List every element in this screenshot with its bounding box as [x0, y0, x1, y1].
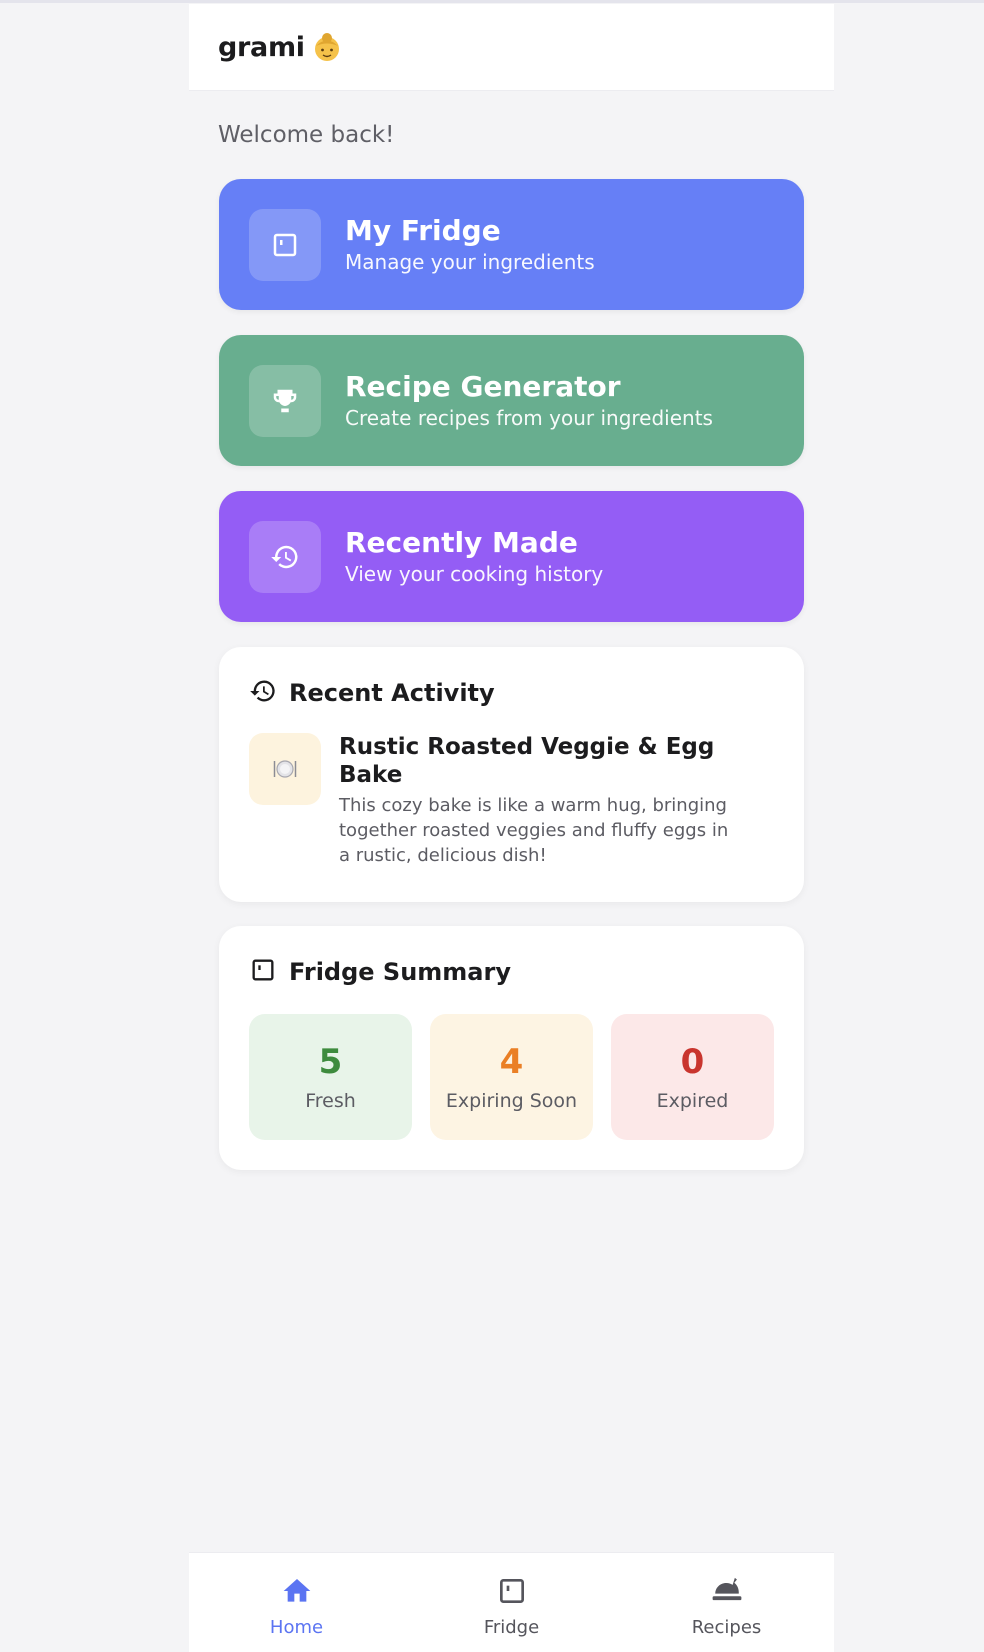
fridge-icon	[249, 208, 321, 281]
recently-made-subtitle: View your cooking history	[345, 561, 604, 586]
activity-item-description: This cozy bake is like a warm hug, bring…	[339, 795, 729, 866]
feature-cards: My Fridge Manage your ingredients Recipe…	[219, 179, 804, 622]
app-container: grami Welcome back! My Fridge Manage you…	[189, 4, 834, 1652]
activity-item[interactable]: Rustic Roasted Veggie & Egg Bake This co…	[249, 733, 774, 868]
fresh-stat[interactable]: 5 Fresh	[249, 1014, 412, 1140]
nav-fridge[interactable]: Fridge	[412, 1575, 612, 1638]
brand[interactable]: grami	[218, 31, 343, 63]
expired-label: Expired	[656, 1090, 729, 1112]
cloche-icon	[710, 1575, 744, 1611]
fresh-count: 5	[318, 1042, 343, 1082]
app-header: grami	[189, 4, 834, 91]
fridge-summary-title: Fridge Summary	[289, 958, 511, 986]
activity-item-title: Rustic Roasted Veggie & Egg Bake	[339, 734, 715, 788]
recent-activity-panel: Recent Activity Rustic Roasted Veggie & …	[219, 647, 804, 902]
recipe-generator-subtitle: Create recipes from your ingredients	[345, 405, 713, 430]
summary-grid: 5 Fresh 4 Expiring Soon 0 Expired	[249, 1014, 774, 1140]
my-fridge-card[interactable]: My Fridge Manage your ingredients	[219, 179, 804, 310]
my-fridge-title: My Fridge	[345, 213, 501, 247]
fresh-label: Fresh	[305, 1090, 356, 1112]
home-icon	[281, 1575, 313, 1611]
brand-name: grami	[218, 31, 305, 63]
grandmother-emoji-icon	[311, 31, 343, 63]
welcome-text: Welcome back!	[218, 122, 395, 148]
my-fridge-subtitle: Manage your ingredients	[345, 249, 595, 274]
recent-activity-title: Recent Activity	[289, 679, 495, 707]
plate-icon	[249, 733, 321, 805]
expiring-soon-label: Expiring Soon	[445, 1090, 578, 1112]
expired-stat[interactable]: 0 Expired	[611, 1014, 774, 1140]
expiring-soon-stat[interactable]: 4 Expiring Soon	[430, 1014, 593, 1140]
trophy-icon	[249, 364, 321, 437]
history-icon	[249, 677, 277, 709]
nav-fridge-label: Fridge	[483, 1617, 540, 1638]
expired-count: 0	[680, 1042, 705, 1082]
fridge-summary-panel: Fridge Summary 5 Fresh 4 Expiring Soon 0…	[219, 926, 804, 1170]
history-icon	[249, 520, 321, 593]
expiring-soon-count: 4	[499, 1042, 524, 1082]
recipe-generator-title: Recipe Generator	[345, 369, 621, 403]
fridge-icon	[249, 956, 277, 988]
recently-made-card[interactable]: Recently Made View your cooking history	[219, 491, 804, 622]
nav-home[interactable]: Home	[197, 1575, 397, 1638]
recently-made-title: Recently Made	[345, 525, 578, 559]
nav-recipes[interactable]: Recipes	[627, 1575, 827, 1638]
fridge-icon	[496, 1575, 528, 1611]
nav-recipes-label: Recipes	[691, 1617, 762, 1638]
nav-home-label: Home	[269, 1617, 324, 1638]
top-border	[0, 0, 984, 3]
bottom-nav: Home Fridge Recipes	[189, 1552, 834, 1652]
recipe-generator-card[interactable]: Recipe Generator Create recipes from you…	[219, 335, 804, 466]
